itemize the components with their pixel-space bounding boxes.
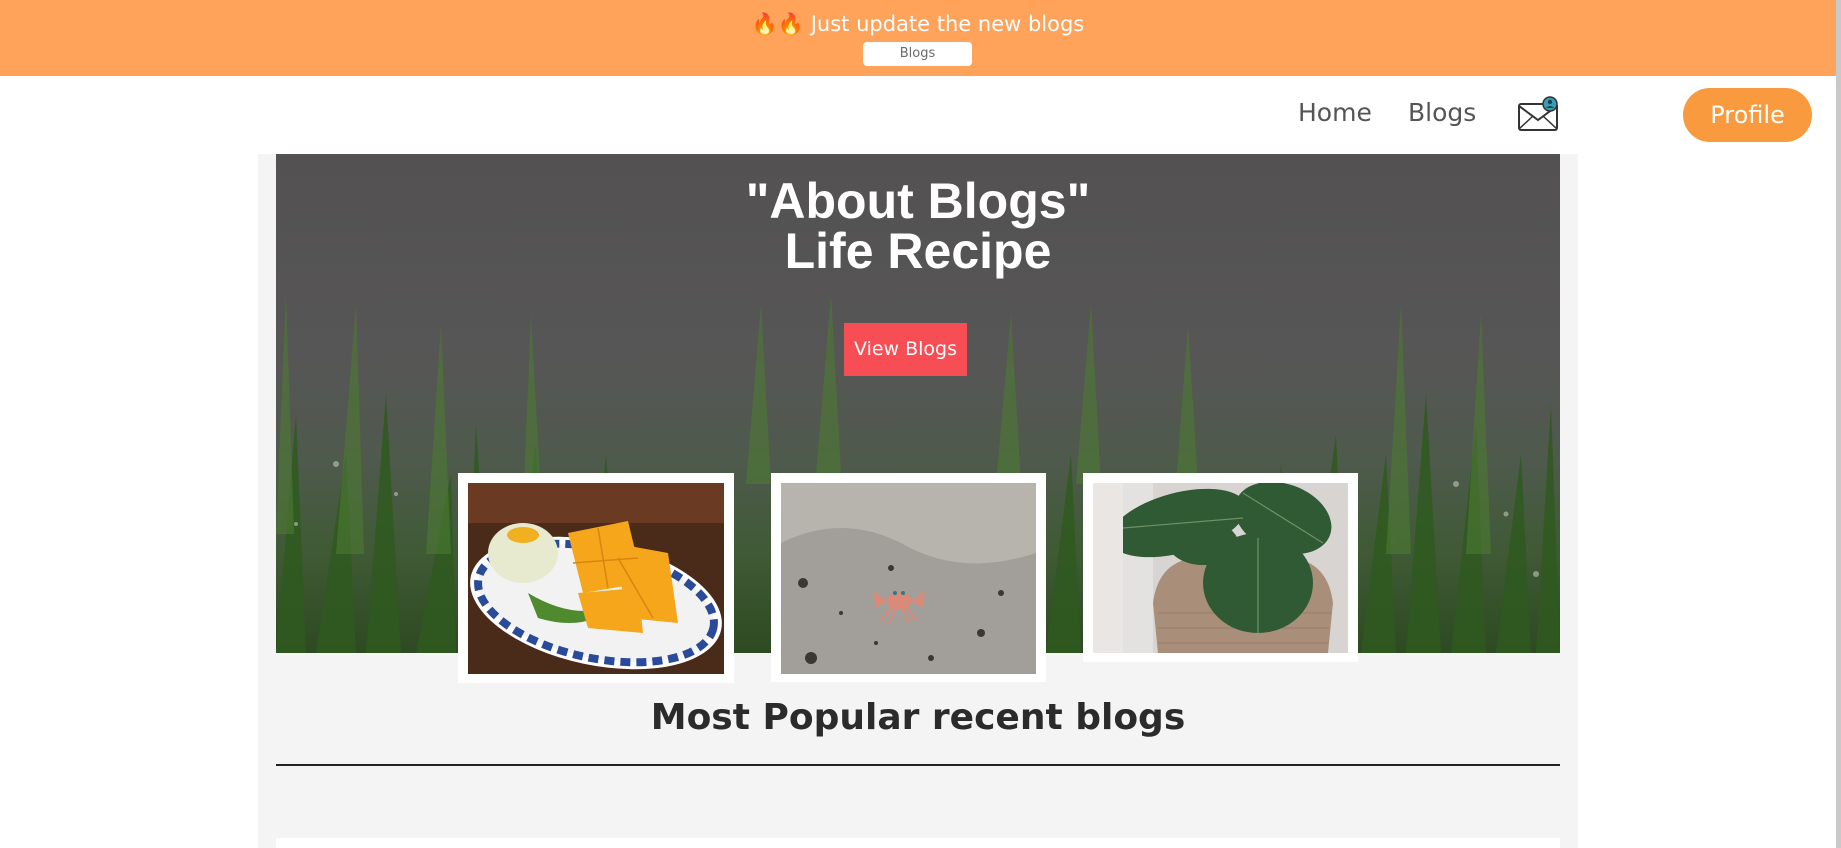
hero-title-line-2: Life Recipe (784, 223, 1052, 279)
blog-card-1[interactable] (458, 473, 734, 683)
announcement-blogs-button[interactable]: Blogs (863, 42, 972, 66)
nav-home-link[interactable]: Home (1298, 98, 1372, 127)
crab-on-sand-photo (781, 483, 1036, 674)
potted-plant-photo (1093, 483, 1348, 653)
announcement-bar: 🔥🔥 Just update the new blogs Blogs (0, 0, 1836, 76)
scrollbar-thumb[interactable] (1836, 0, 1841, 848)
hero-title: "About Blogs" Life Recipe (276, 176, 1560, 276)
section-divider (276, 764, 1560, 766)
view-blogs-button[interactable]: View Blogs (844, 323, 967, 376)
hero-title-line-1: "About Blogs" (745, 173, 1091, 229)
scrollbar[interactable] (1836, 0, 1841, 848)
announcement-text: 🔥🔥 Just update the new blogs (751, 12, 1085, 36)
profile-button[interactable]: Profile (1683, 88, 1812, 142)
blog-list-start (276, 838, 1560, 848)
blog-card-3[interactable] (1083, 473, 1358, 662)
section-title: Most Popular recent blogs (650, 697, 1186, 738)
envelope-user-icon[interactable] (1517, 96, 1561, 134)
nav-blogs-link[interactable]: Blogs (1408, 98, 1476, 127)
mango-sticky-rice-photo (468, 483, 724, 674)
page: 🔥🔥 Just update the new blogs Blogs Home … (0, 0, 1841, 848)
blog-card-2[interactable] (771, 473, 1046, 682)
